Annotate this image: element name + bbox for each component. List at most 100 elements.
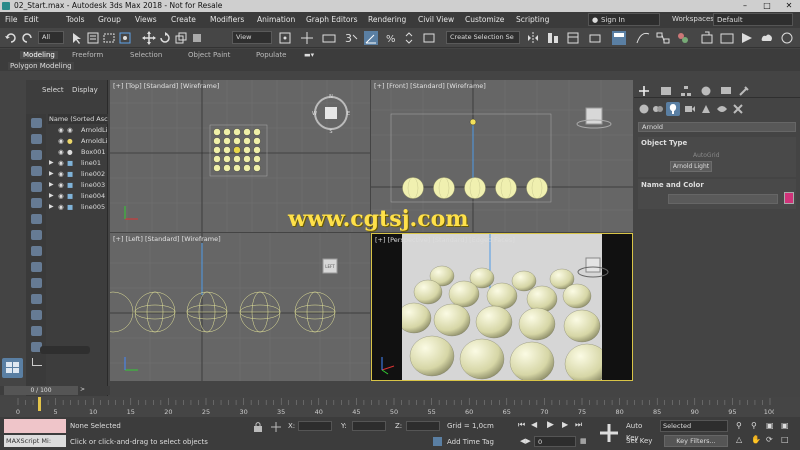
list-item[interactable]: ◉ ◉ ArnoldLi	[48, 126, 108, 137]
place-icon[interactable]	[190, 31, 204, 45]
time-slider-next-icon[interactable]: >	[80, 386, 85, 393]
expand-icon[interactable]: ▶	[49, 203, 54, 210]
render-production-icon[interactable]	[740, 31, 754, 45]
close-icon[interactable]: ✕	[778, 0, 800, 12]
previous-frame-icon[interactable]: ◀	[531, 420, 537, 429]
menu-tools[interactable]: Tools	[66, 15, 84, 24]
visibility-icon[interactable]: ◉	[58, 137, 64, 145]
list-item[interactable]: ▶ ◉ ■ line005	[48, 203, 108, 214]
display-lights-icon[interactable]	[31, 166, 42, 176]
geometry-category-icon[interactable]	[638, 103, 650, 115]
current-frame-field[interactable]: 0	[534, 436, 576, 447]
display-all-icon[interactable]	[31, 326, 42, 336]
menu-modifiers[interactable]: Modifiers	[210, 15, 244, 24]
time-configuration-icon[interactable]: ▦	[580, 437, 587, 445]
object-category-dropdown[interactable]: Arnold	[638, 122, 796, 132]
set-key-button[interactable]: Set Key	[626, 435, 656, 447]
systems-category-icon[interactable]	[732, 103, 744, 115]
visibility-icon[interactable]: ◉	[58, 181, 64, 189]
zoom-extents-all-icon[interactable]: ▣	[781, 421, 789, 430]
name-and-color-title[interactable]: Name and Color	[641, 181, 704, 189]
angle-snap-icon[interactable]	[364, 31, 378, 45]
next-frame-icon[interactable]: ▶	[562, 420, 568, 429]
rectangular-selection-icon[interactable]	[102, 31, 116, 45]
list-item[interactable]: ▶ ◉ ■ line003	[48, 181, 108, 192]
helpers-category-icon[interactable]	[700, 103, 712, 115]
name-column-header[interactable]: Name (Sorted Asce	[48, 114, 108, 124]
material-editor-icon[interactable]	[676, 31, 690, 45]
pan-view-icon[interactable]: ✋	[751, 435, 761, 444]
menu-civil-view[interactable]: Civil View	[418, 15, 454, 24]
menu-group[interactable]: Group	[98, 15, 121, 24]
create-tab-icon[interactable]	[638, 85, 650, 97]
select-menu[interactable]: Select	[42, 86, 64, 94]
maximize-viewport-icon[interactable]: □	[781, 435, 789, 444]
menu-graph-editors[interactable]: Graph Editors	[306, 15, 358, 24]
tab-populate[interactable]: Populate	[256, 51, 286, 59]
autogrid-checkbox[interactable]: AutoGrid	[693, 152, 720, 159]
redo-icon[interactable]	[20, 31, 34, 45]
viewcube-front-icon[interactable]	[576, 102, 612, 130]
visibility-icon[interactable]: ◉	[58, 203, 64, 211]
tab-freeform[interactable]: Freeform	[72, 51, 103, 59]
field-of-view-icon[interactable]: △	[736, 435, 742, 444]
zoom-icon[interactable]: ⚲	[736, 421, 742, 430]
y-coord-field[interactable]	[352, 421, 386, 431]
select-and-manipulate-icon[interactable]	[300, 31, 314, 45]
menu-animation[interactable]: Animation	[257, 15, 295, 24]
go-to-start-icon[interactable]: ⏮	[518, 420, 525, 430]
timeline-ruler[interactable]: 0 5 10 15 20 25 30 35 40 45 50 55 60 65 70 75 80 85 90 95 10…	[14, 397, 774, 417]
display-shapes-icon[interactable]	[31, 150, 42, 160]
explorer-scrollbar[interactable]	[40, 346, 90, 354]
cameras-category-icon[interactable]	[684, 103, 696, 115]
display-spacewarps-icon[interactable]	[31, 214, 42, 224]
expand-icon[interactable]: ▶	[49, 181, 54, 188]
mirror-icon[interactable]	[526, 31, 540, 45]
object-name-field[interactable]	[668, 194, 778, 204]
viewport-layout-icon[interactable]	[2, 358, 23, 378]
sign-in-dropdown[interactable]: ● Sign In	[588, 13, 660, 26]
viewport-top-label[interactable]: [+] [Top] [Standard] [Wireframe]	[113, 82, 219, 90]
maxscript-mini-listener[interactable]: MAXScript Mi:	[4, 435, 66, 447]
shapes-category-icon[interactable]	[652, 103, 664, 115]
auto-key-button[interactable]: Auto Key	[626, 420, 656, 442]
visibility-icon[interactable]: ◉	[58, 148, 64, 156]
curve-editor-icon[interactable]	[636, 31, 650, 45]
list-item[interactable]: ▶ ◉ ■ line004	[48, 192, 108, 203]
minimize-icon[interactable]: –	[734, 0, 756, 12]
list-item[interactable]: ◉ ● ArnoldLi	[48, 137, 108, 148]
viewport-perspective-label[interactable]: [+] [Perspective] [Standard] [Edged Face…	[375, 236, 515, 244]
polygon-modeling-label[interactable]: Polygon Modeling	[8, 62, 74, 70]
zoom-all-icon[interactable]: ⚲	[751, 421, 757, 430]
viewcube-perspective-icon[interactable]	[576, 252, 612, 282]
expand-icon[interactable]: ▶	[49, 192, 54, 199]
tab-selection[interactable]: Selection	[130, 51, 162, 59]
viewport-left[interactable]: LEFT [+] [Left] [Standard] [Wireframe]	[110, 233, 370, 381]
window-crossing-icon[interactable]	[118, 31, 132, 45]
edit-named-selection-icon[interactable]	[422, 31, 436, 45]
time-slider[interactable]: 0 / 100	[4, 386, 78, 395]
viewport-perspective[interactable]: [+] [Perspective] [Standard] [Edged Face…	[371, 233, 633, 381]
object-color-swatch[interactable]	[784, 192, 794, 204]
expand-icon[interactable]: ▶	[49, 159, 54, 166]
toggle-scene-explorer-icon[interactable]	[566, 31, 580, 45]
a360-icon[interactable]	[780, 31, 794, 45]
tab-object-paint[interactable]: Object Paint	[188, 51, 230, 59]
play-icon[interactable]: ▶	[547, 420, 554, 430]
viewport-left-label[interactable]: [+] [Left] [Standard] [Wireframe]	[113, 235, 221, 243]
render-setup-icon[interactable]	[700, 31, 714, 45]
snaps-toggle-icon[interactable]: 3	[344, 31, 358, 45]
key-mode-toggle-icon[interactable]: ◀▶	[520, 437, 531, 445]
maxscript-listener-input[interactable]	[4, 419, 66, 433]
pivot-center-icon[interactable]	[278, 31, 292, 45]
list-item[interactable]: ◉ ● Box001	[48, 148, 108, 159]
expand-icon[interactable]: ▶	[49, 170, 54, 177]
display-frozen-icon[interactable]	[31, 294, 42, 304]
time-tag-icon[interactable]	[432, 436, 443, 447]
display-groups-icon[interactable]	[31, 230, 42, 240]
go-to-end-icon[interactable]: ⏭	[575, 420, 582, 430]
display-hidden-icon[interactable]	[31, 310, 42, 320]
menu-rendering[interactable]: Rendering	[368, 15, 406, 24]
workspaces-dropdown[interactable]: Default	[713, 13, 793, 26]
visibility-icon[interactable]: ◉	[58, 170, 64, 178]
